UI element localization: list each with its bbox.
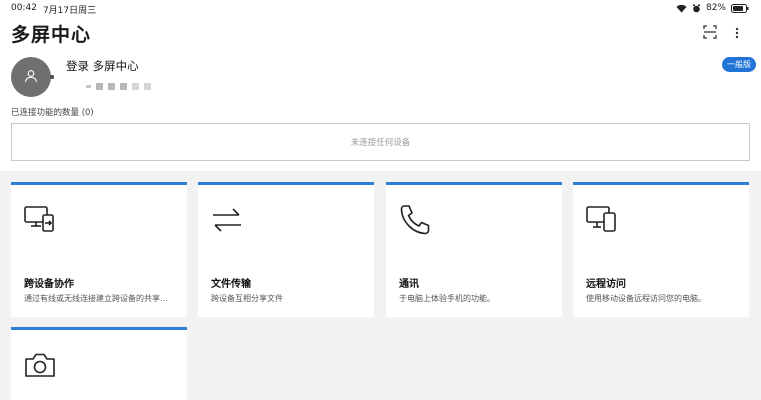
login-link[interactable]: 登录 多屏中心 (66, 58, 139, 74)
status-bar: 00:42 7月17日周三 82% (0, 0, 761, 16)
avatar-indicator (50, 75, 54, 79)
feature-title: 远程访问 (586, 279, 626, 290)
file-transfer-icon (210, 203, 244, 237)
feature-card-cross-device[interactable]: 跨设备协作 通过有线或无线连接建立跨设备的共享… (11, 182, 187, 317)
empty-state-text: 未连接任何设备 (350, 138, 411, 148)
wifi-icon (676, 4, 687, 13)
feature-title: 跨设备协作 (24, 279, 74, 290)
phone-icon (398, 203, 432, 237)
more-vertical-icon (735, 24, 739, 43)
connected-devices-box: 未连接任何设备 (11, 123, 750, 161)
feature-title: 通讯 (399, 279, 419, 290)
feature-desc: 跨设备互相分享文件 (211, 294, 283, 303)
feature-desc: 通过有线或无线连接建立跨设备的共享… (24, 294, 168, 303)
feature-card-phone[interactable]: 通讯 于电脑上体验手机的功能。 (386, 182, 562, 317)
scan-icon (703, 24, 717, 43)
feature-desc: 于电脑上体验手机的功能。 (399, 294, 495, 303)
more-button[interactable] (728, 24, 746, 42)
feature-card-remote-access[interactable]: 远程访问 使用移动设备远程访问您的电脑。 (573, 182, 749, 317)
page-title: 多屏中心 (11, 24, 92, 46)
feature-title: 文件传输 (211, 279, 251, 290)
status-time: 00:42 (11, 3, 37, 13)
feature-card-file-transfer[interactable]: 文件传输 跨设备互相分享文件 (198, 182, 374, 317)
alarm-icon (692, 4, 701, 13)
battery-icon (731, 3, 749, 13)
masked-account-id (86, 83, 151, 90)
feature-desc: 使用移动设备远程访问您的电脑。 (586, 294, 706, 303)
camera-icon (23, 348, 57, 382)
feature-card-camera[interactable] (11, 327, 187, 400)
battery-level: 82% (705, 3, 726, 13)
remote-access-icon (585, 203, 619, 237)
user-icon (24, 68, 38, 87)
connected-count-label: 已连接功能的数量 (0) (11, 108, 94, 118)
version-badge[interactable]: 一般版 (722, 57, 756, 72)
scan-button[interactable] (701, 24, 719, 42)
avatar[interactable] (11, 57, 51, 97)
cross-device-icon (23, 203, 57, 237)
status-date: 7月17日周三 (42, 6, 97, 16)
